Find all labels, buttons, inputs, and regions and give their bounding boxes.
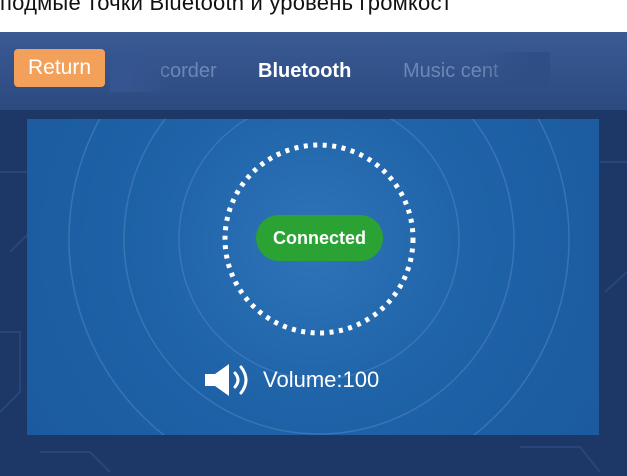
volume-label: Volume:100 (263, 367, 380, 392)
connection-status-badge: Connected (256, 215, 383, 261)
device-screen: Return corder Bluetooth Music cent Conne… (0, 32, 627, 476)
caption-strip: подмые точки Bluetooth и уровень громкос… (0, 0, 627, 32)
caption-text: подмые точки Bluetooth и уровень громкос… (0, 0, 452, 15)
volume-row: Volume:100 (203, 360, 379, 400)
return-button[interactable]: Return (14, 49, 105, 87)
tab-fade-right (480, 52, 550, 92)
speaker-icon (205, 364, 248, 396)
top-bar: Return corder Bluetooth Music cent (0, 32, 627, 110)
bluetooth-panel: Connected Volume:100 (27, 119, 599, 435)
tab-bluetooth[interactable]: Bluetooth (258, 60, 351, 83)
tab-fade-left (110, 52, 172, 92)
